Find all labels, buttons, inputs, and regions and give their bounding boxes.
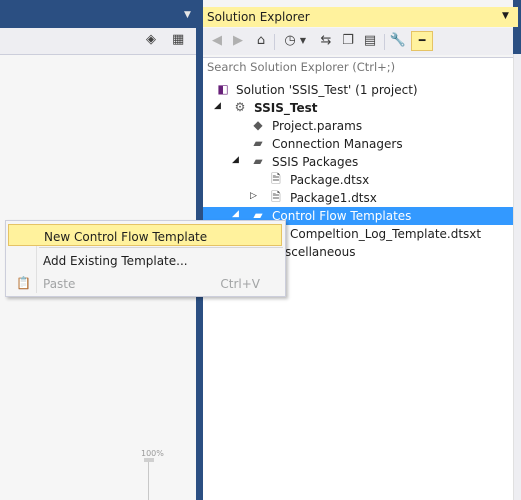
- tree-item-label: Project.params: [272, 119, 363, 133]
- tree-item-label: Connection Managers: [272, 137, 403, 151]
- package-file-icon: 🗎: [271, 190, 281, 204]
- zoom-slider-track[interactable]: [148, 462, 149, 500]
- tree-item-project[interactable]: ◢ ⚙ SSIS_Test: [203, 99, 513, 117]
- toolbar-separator: [274, 34, 275, 50]
- tree-item-label: Package1.dtsx: [290, 191, 377, 205]
- menu-item-label: Paste: [43, 277, 76, 291]
- solution-explorer-title-bar[interactable]: Solution Explorer ▼: [203, 7, 518, 27]
- menu-item-label: New Control Flow Template: [44, 230, 208, 244]
- collapse-arrow-icon[interactable]: ◢: [232, 209, 239, 219]
- sync-icon[interactable]: ⇆: [317, 32, 335, 50]
- back-icon[interactable]: ◀: [208, 32, 226, 50]
- tree-item-solution[interactable]: ◧ Solution 'SSIS_Test' (1 project): [203, 81, 513, 99]
- search-input[interactable]: [203, 58, 501, 75]
- params-cube-icon: ◆: [253, 118, 263, 132]
- show-all-files-icon[interactable]: ▤: [361, 32, 379, 50]
- tree-item-label: Control Flow Templates: [272, 209, 412, 223]
- cube-icon[interactable]: ◈: [146, 32, 156, 47]
- dropdown-arrow-icon[interactable]: ▼: [298, 32, 308, 50]
- history-icon[interactable]: ◷: [281, 32, 299, 50]
- tree-item-label: Solution 'SSIS_Test' (1 project): [236, 83, 418, 97]
- expand-arrow-icon[interactable]: ▷: [250, 191, 257, 201]
- folder-icon: ▰: [253, 136, 263, 150]
- tree-item-package[interactable]: 🗎 Package.dtsx: [203, 171, 513, 189]
- toolbar-separator: [384, 34, 385, 50]
- tree-item-project-params[interactable]: ◆ Project.params: [203, 117, 513, 135]
- zoom-slider-thumb[interactable]: [144, 458, 154, 462]
- tree-item-label: SSIS_Test: [254, 101, 318, 115]
- solution-explorer-search-box[interactable]: [203, 57, 513, 78]
- paste-clipboard-icon: 📋: [16, 276, 31, 290]
- context-menu: New Control Flow Template Add Existing T…: [5, 220, 286, 297]
- ssis-project-icon: ⚙: [234, 100, 246, 114]
- variables-grid-icon[interactable]: ▦: [172, 32, 184, 47]
- properties-wrench-icon[interactable]: 🔧: [389, 32, 407, 50]
- package-file-icon: 🗎: [271, 172, 281, 186]
- tree-item-label: scellaneous: [285, 245, 356, 259]
- tab-overflow-dropdown-icon[interactable]: ▼: [184, 10, 191, 20]
- solution-explorer-toolbar: ◀ ▶ ⌂ ◷ ▼ ⇆ ❐ ▤ 🔧 ━: [203, 28, 513, 55]
- vertical-scrollbar[interactable]: [513, 54, 521, 500]
- window-position-dropdown-icon[interactable]: ▼: [502, 11, 509, 21]
- collapse-arrow-icon[interactable]: ◢: [214, 101, 221, 111]
- menu-separator: [39, 247, 283, 248]
- menu-item-paste[interactable]: 📋 Paste Ctrl+V: [8, 272, 282, 294]
- pin-icon[interactable]: ━: [411, 31, 433, 51]
- designer-tab-strip: ▼: [0, 0, 196, 28]
- tree-item-package1[interactable]: ▷ 🗎 Package1.dtsx: [203, 189, 513, 207]
- zoom-level-label: 100%: [141, 449, 164, 458]
- menu-item-new-control-flow-template[interactable]: New Control Flow Template: [8, 224, 282, 246]
- forward-icon[interactable]: ▶: [229, 32, 247, 50]
- menu-item-add-existing-template[interactable]: Add Existing Template...: [8, 249, 282, 271]
- home-icon[interactable]: ⌂: [252, 32, 270, 50]
- tree-item-label: SSIS Packages: [272, 155, 359, 169]
- visual-studio-solution-icon: ◧: [217, 82, 229, 96]
- designer-toolbar: ◈ ▦: [0, 28, 196, 55]
- menu-item-label: Add Existing Template...: [43, 254, 188, 268]
- tree-item-label: Compeltion_Log_Template.dtsxt: [290, 227, 482, 241]
- tree-item-ssis-packages[interactable]: ◢ ▰ SSIS Packages: [203, 153, 513, 171]
- menu-item-shortcut: Ctrl+V: [220, 277, 260, 291]
- solution-explorer-title: Solution Explorer: [207, 10, 310, 24]
- tree-item-connection-managers[interactable]: ▰ Connection Managers: [203, 135, 513, 153]
- tree-item-label: Package.dtsx: [290, 173, 370, 187]
- collapse-arrow-icon[interactable]: ◢: [232, 155, 239, 165]
- folder-icon: ▰: [253, 154, 263, 168]
- collapse-all-icon[interactable]: ❐: [339, 32, 357, 50]
